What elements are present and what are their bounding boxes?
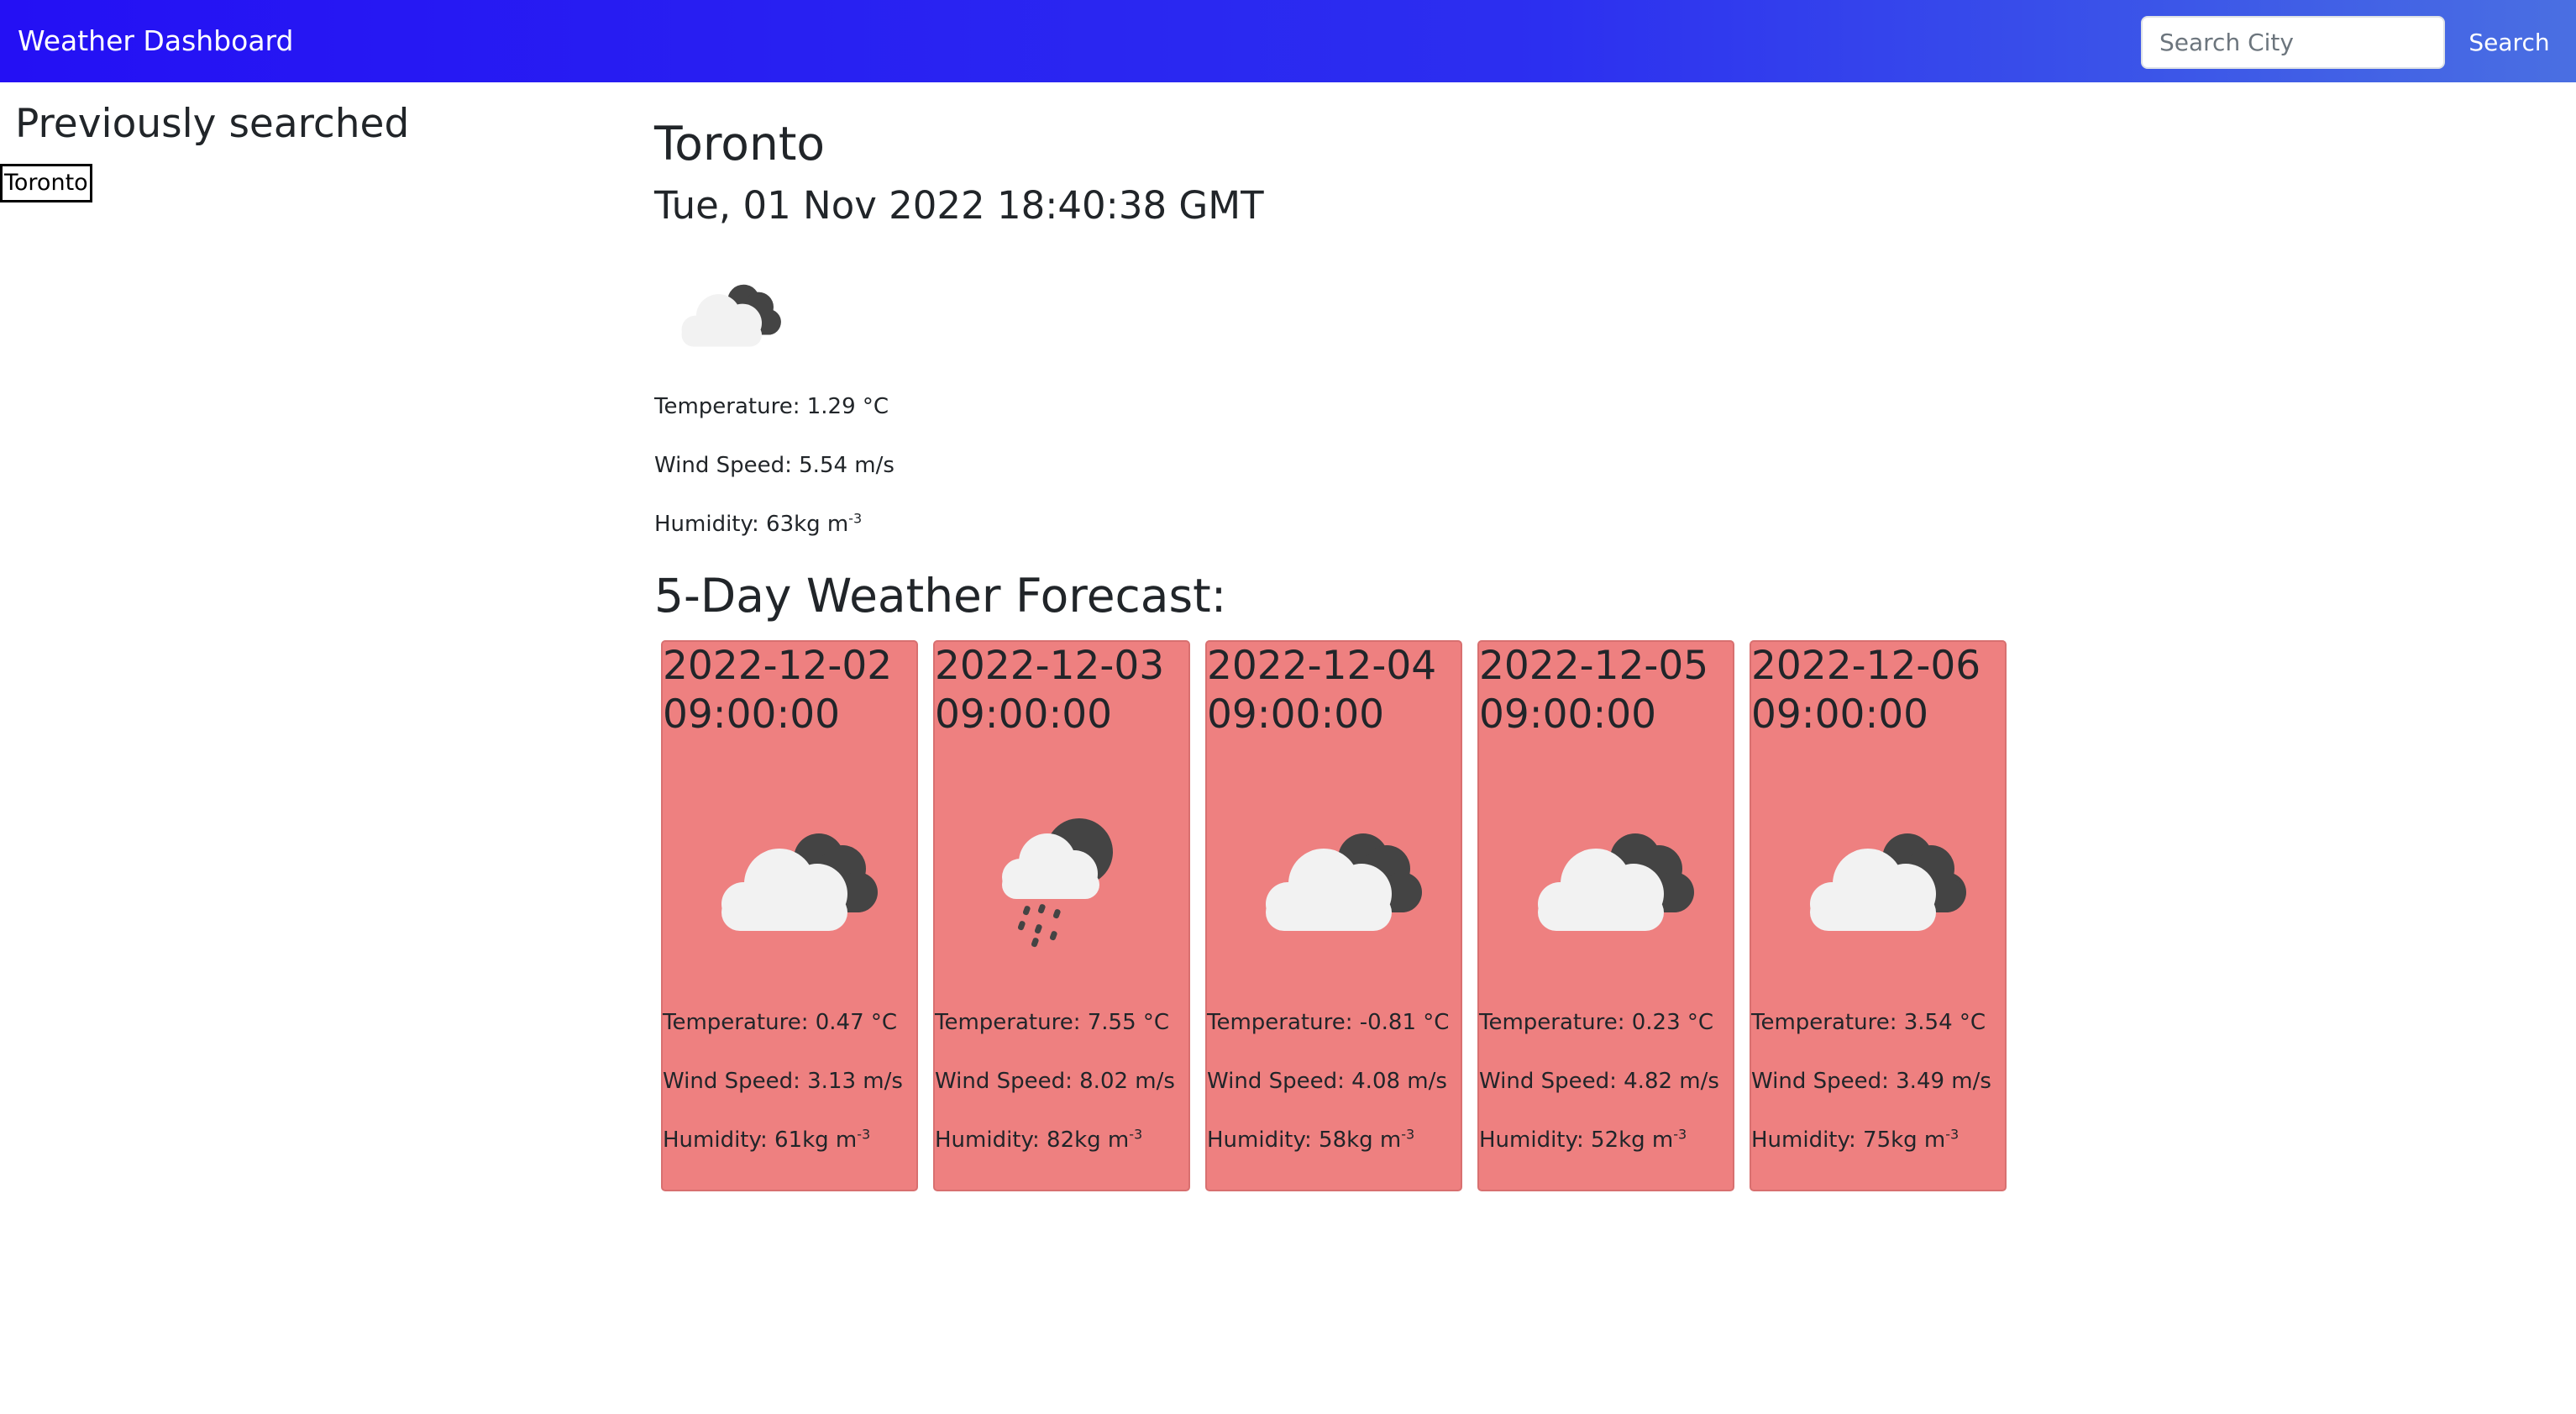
cloudy-night-icon: [1538, 833, 1694, 931]
cloudy-night-icon: [1810, 833, 1966, 931]
forecast-wind-speed: Wind Speed: 4.82 m/s: [1479, 1069, 1719, 1094]
forecast-date: 2022-12-05 09:00:00: [1479, 643, 1709, 738]
cloudy-night-icon: [1266, 833, 1422, 931]
previously-searched-title: Previously searched: [15, 101, 410, 147]
current-humidity: Humidity: 63kg m-3: [654, 510, 863, 537]
forecast-date: 2022-12-02 09:00:00: [663, 643, 893, 738]
forecast-card: 2022-12-04 09:00:00 Temperature: -0.81 °…: [1205, 640, 1462, 1191]
forecast-date: 2022-12-06 09:00:00: [1751, 643, 1981, 738]
city-title: Toronto: [654, 117, 826, 171]
history-item-toronto[interactable]: Toronto: [0, 164, 92, 202]
forecast-card: 2022-12-05 09:00:00 Temperature: 0.23 °C…: [1477, 640, 1734, 1191]
forecast-card: 2022-12-02 09:00:00 Temperature: 0.47 °C…: [661, 640, 918, 1191]
forecast-temperature: Temperature: -0.81 °C: [1207, 1010, 1450, 1035]
current-wind-speed: Wind Speed: 5.54 m/s: [654, 453, 895, 478]
current-temperature: Temperature: 1.29 °C: [654, 394, 889, 419]
search-city-input[interactable]: [2141, 16, 2445, 69]
forecast-card: 2022-12-03 09:00:00 Temperature: 7.55 °C…: [933, 640, 1190, 1191]
cloudy-night-icon: [681, 284, 781, 347]
navbar: Weather Dashboard Search: [0, 0, 2576, 82]
forecast-humidity: Humidity: 82kg m-3: [935, 1126, 1143, 1153]
forecast-wind-speed: Wind Speed: 4.08 m/s: [1207, 1069, 1447, 1094]
forecast-temperature: Temperature: 7.55 °C: [935, 1010, 1170, 1035]
rain-night-icon: [1002, 818, 1113, 948]
forecast-card: 2022-12-06 09:00:00 Temperature: 3.54 °C…: [1750, 640, 2007, 1191]
forecast-wind-speed: Wind Speed: 3.13 m/s: [663, 1069, 903, 1094]
forecast-wind-speed: Wind Speed: 3.49 m/s: [1751, 1069, 1991, 1094]
search-button[interactable]: Search: [2457, 16, 2562, 69]
forecast-humidity: Humidity: 58kg m-3: [1207, 1126, 1415, 1153]
forecast-humidity: Humidity: 75kg m-3: [1751, 1126, 1960, 1153]
forecast-humidity: Humidity: 52kg m-3: [1479, 1126, 1687, 1153]
forecast-temperature: Temperature: 0.23 °C: [1479, 1010, 1714, 1035]
forecast-temperature: Temperature: 3.54 °C: [1751, 1010, 1986, 1035]
forecast-date: 2022-12-04 09:00:00: [1207, 643, 1437, 738]
forecast-wind-speed: Wind Speed: 8.02 m/s: [935, 1069, 1175, 1094]
forecast-title: 5-Day Weather Forecast:: [654, 569, 1227, 623]
forecast-date: 2022-12-03 09:00:00: [935, 643, 1165, 738]
brand-title[interactable]: Weather Dashboard: [18, 23, 293, 60]
forecast-humidity: Humidity: 61kg m-3: [663, 1126, 871, 1153]
forecast-temperature: Temperature: 0.47 °C: [663, 1010, 898, 1035]
cloudy-night-icon: [721, 833, 878, 931]
current-datetime: Tue, 01 Nov 2022 18:40:38 GMT: [654, 183, 1264, 228]
